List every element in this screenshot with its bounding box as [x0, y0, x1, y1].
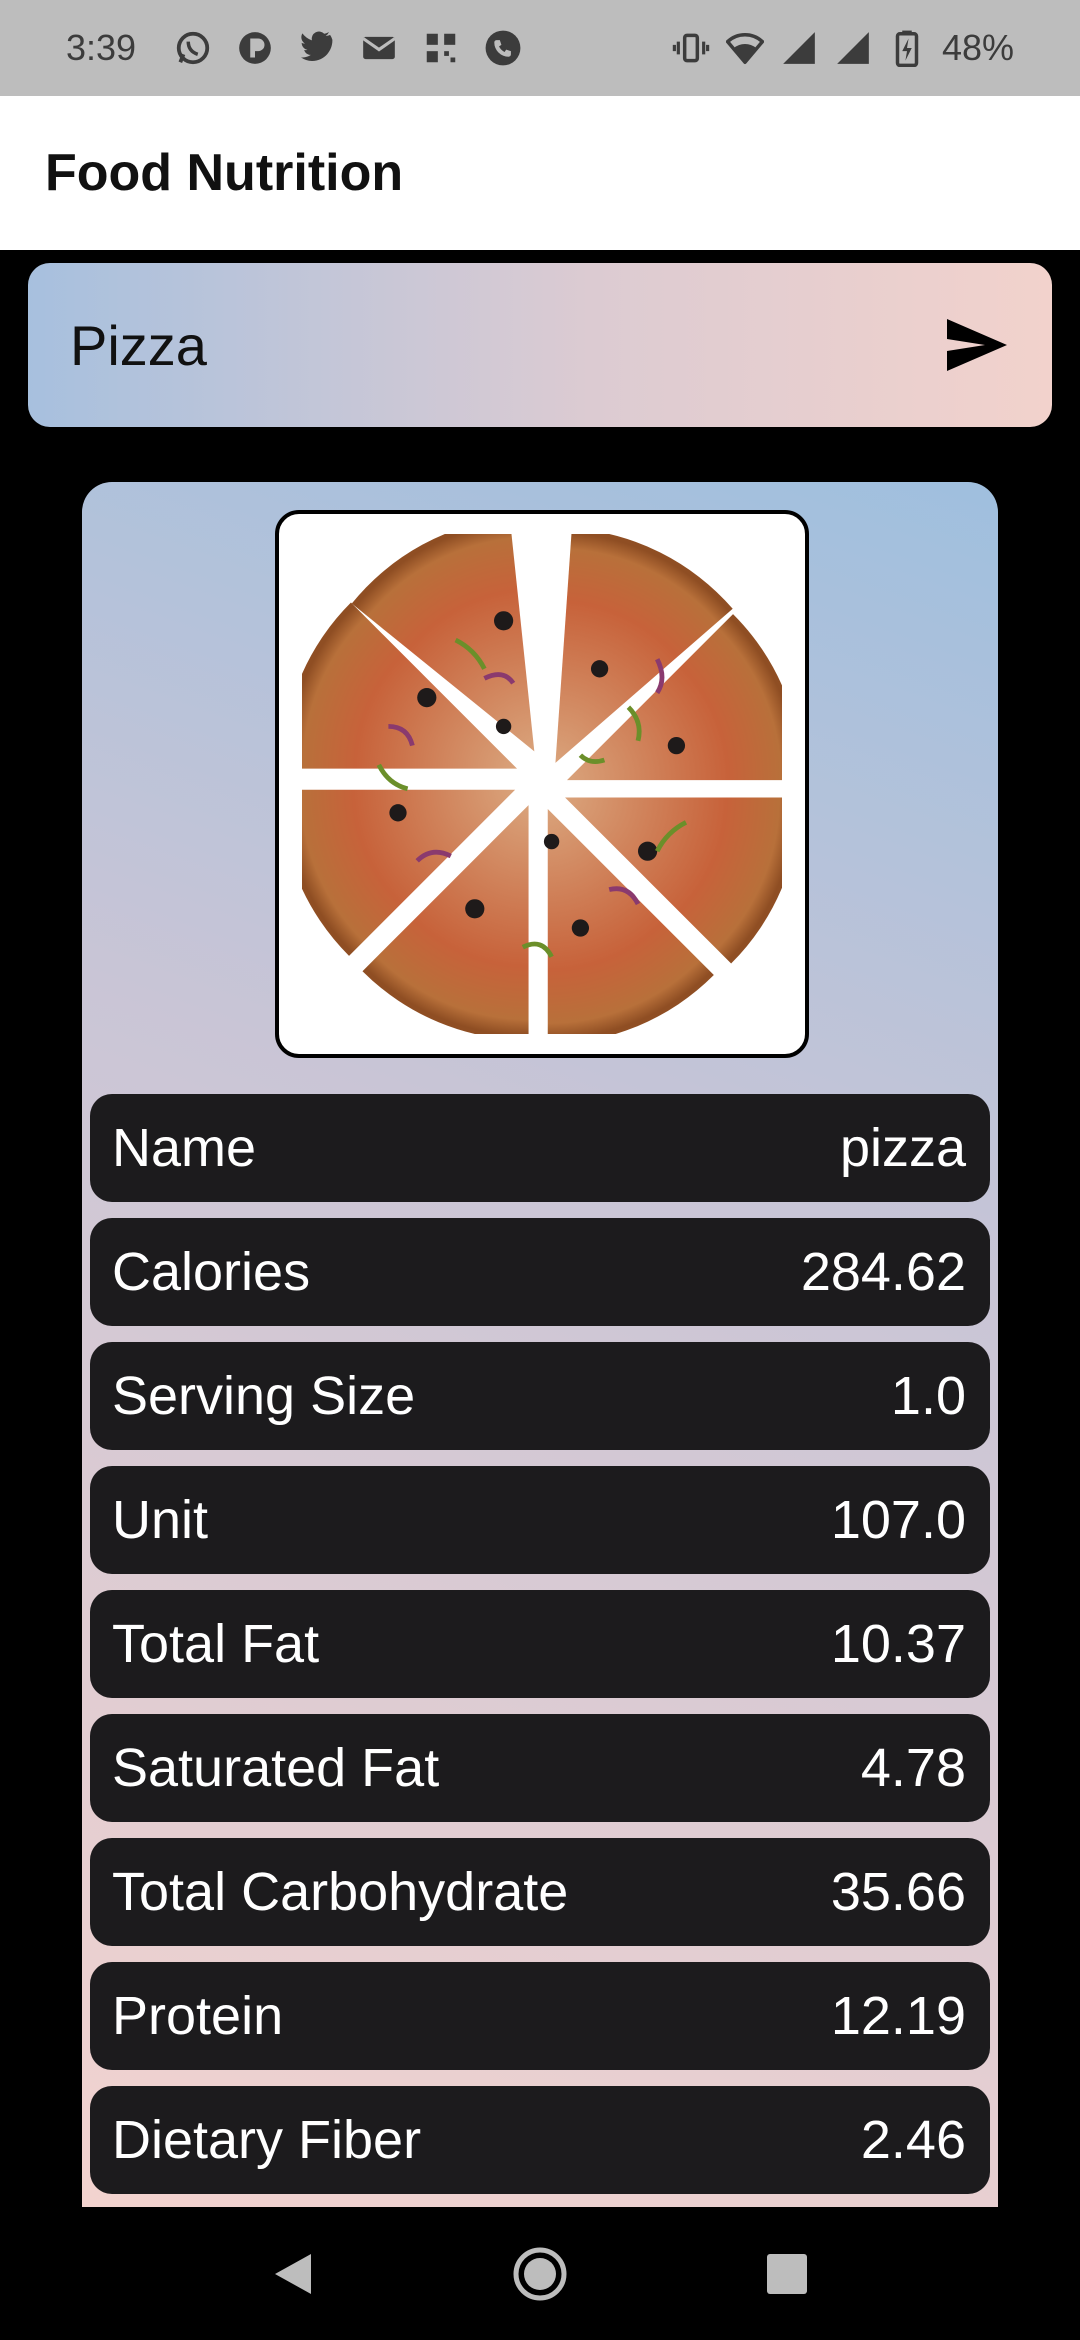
battery-percent: 48%: [941, 27, 1014, 68]
status-right: 48%: [672, 27, 1014, 69]
nav-bar: [0, 2207, 1080, 2340]
pizza-image: [302, 534, 782, 1034]
signal-icon-2: [834, 29, 872, 67]
nutrition-row-name: Name pizza: [90, 1094, 990, 1202]
row-label: Serving Size: [112, 1366, 416, 1426]
nutrition-card: Name pizza Calories 284.62 Serving Size …: [82, 482, 998, 2207]
app-title: Food Nutrition: [45, 144, 404, 202]
nutrition-row-dietary-fiber: Dietary Fiber 2.46: [90, 2086, 990, 2194]
twitter-icon: [298, 29, 336, 67]
nutrition-row-serving-size: Serving Size 1.0: [90, 1342, 990, 1450]
row-label: Total Carbohydrate: [112, 1862, 569, 1922]
row-value: pizza: [839, 1118, 966, 1178]
nutrition-row-unit: Unit 107.0: [90, 1466, 990, 1574]
whatsapp-icon: [174, 29, 212, 67]
send-button[interactable]: [942, 310, 1012, 380]
recents-button[interactable]: [757, 2244, 817, 2304]
home-icon: [513, 2247, 567, 2300]
status-bar: 3:39 48%: [0, 0, 1080, 96]
nutrition-row-protein: Protein 12.19: [90, 1962, 990, 2070]
row-value: 10.37: [830, 1614, 966, 1674]
nutrition-row-saturated-fat: Saturated Fat 4.78: [90, 1714, 990, 1822]
mail-icon: [360, 29, 398, 67]
row-label: Name: [112, 1118, 257, 1178]
status-time: 3:39: [66, 27, 137, 68]
home-button[interactable]: [510, 2244, 570, 2304]
screen: 3:39 48% Food Nutrition Pizza Name pizza…: [0, 0, 1080, 2340]
nutrition-row-total-carbohydrate: Total Carbohydrate 35.66: [90, 1838, 990, 1946]
back-icon: [275, 2253, 312, 2294]
row-value: 4.78: [860, 1738, 966, 1798]
nutrition-list: Name pizza Calories 284.62 Serving Size …: [90, 1094, 990, 2210]
search-input[interactable]: [70, 312, 942, 378]
row-label: Total Fat: [112, 1614, 320, 1674]
row-label: Dietary Fiber: [112, 2110, 422, 2170]
row-value: 284.62: [800, 1242, 966, 1302]
phone-icon: [484, 29, 522, 67]
row-value: 107.0: [830, 1490, 966, 1550]
wifi-icon: [725, 29, 764, 67]
status-left: 3:39: [66, 27, 522, 69]
row-value: 12.19: [830, 1986, 966, 2046]
send-icon: [947, 319, 1007, 371]
row-label: Unit: [112, 1490, 209, 1550]
row-label: Protein: [112, 1986, 284, 2046]
nutrition-row-calories: Calories 284.62: [90, 1218, 990, 1326]
nutrition-row-total-fat: Total Fat 10.37: [90, 1590, 990, 1698]
vibrate-icon: [672, 29, 710, 67]
row-label: Saturated Fat: [112, 1738, 440, 1798]
qr-icon: [422, 29, 460, 67]
app-icon: [236, 29, 274, 67]
app-bar: Food Nutrition: [0, 96, 1080, 250]
row-value: 35.66: [830, 1862, 966, 1922]
food-image: [275, 510, 809, 1058]
back-button[interactable]: [263, 2244, 323, 2304]
search-box: [28, 263, 1052, 427]
row-label: Calories: [112, 1242, 311, 1302]
recents-icon: [766, 2253, 807, 2294]
battery-charging-icon: [888, 29, 926, 67]
row-value: 2.46: [860, 2110, 966, 2170]
row-value: 1.0: [890, 1366, 966, 1426]
signal-icon: [780, 29, 818, 67]
